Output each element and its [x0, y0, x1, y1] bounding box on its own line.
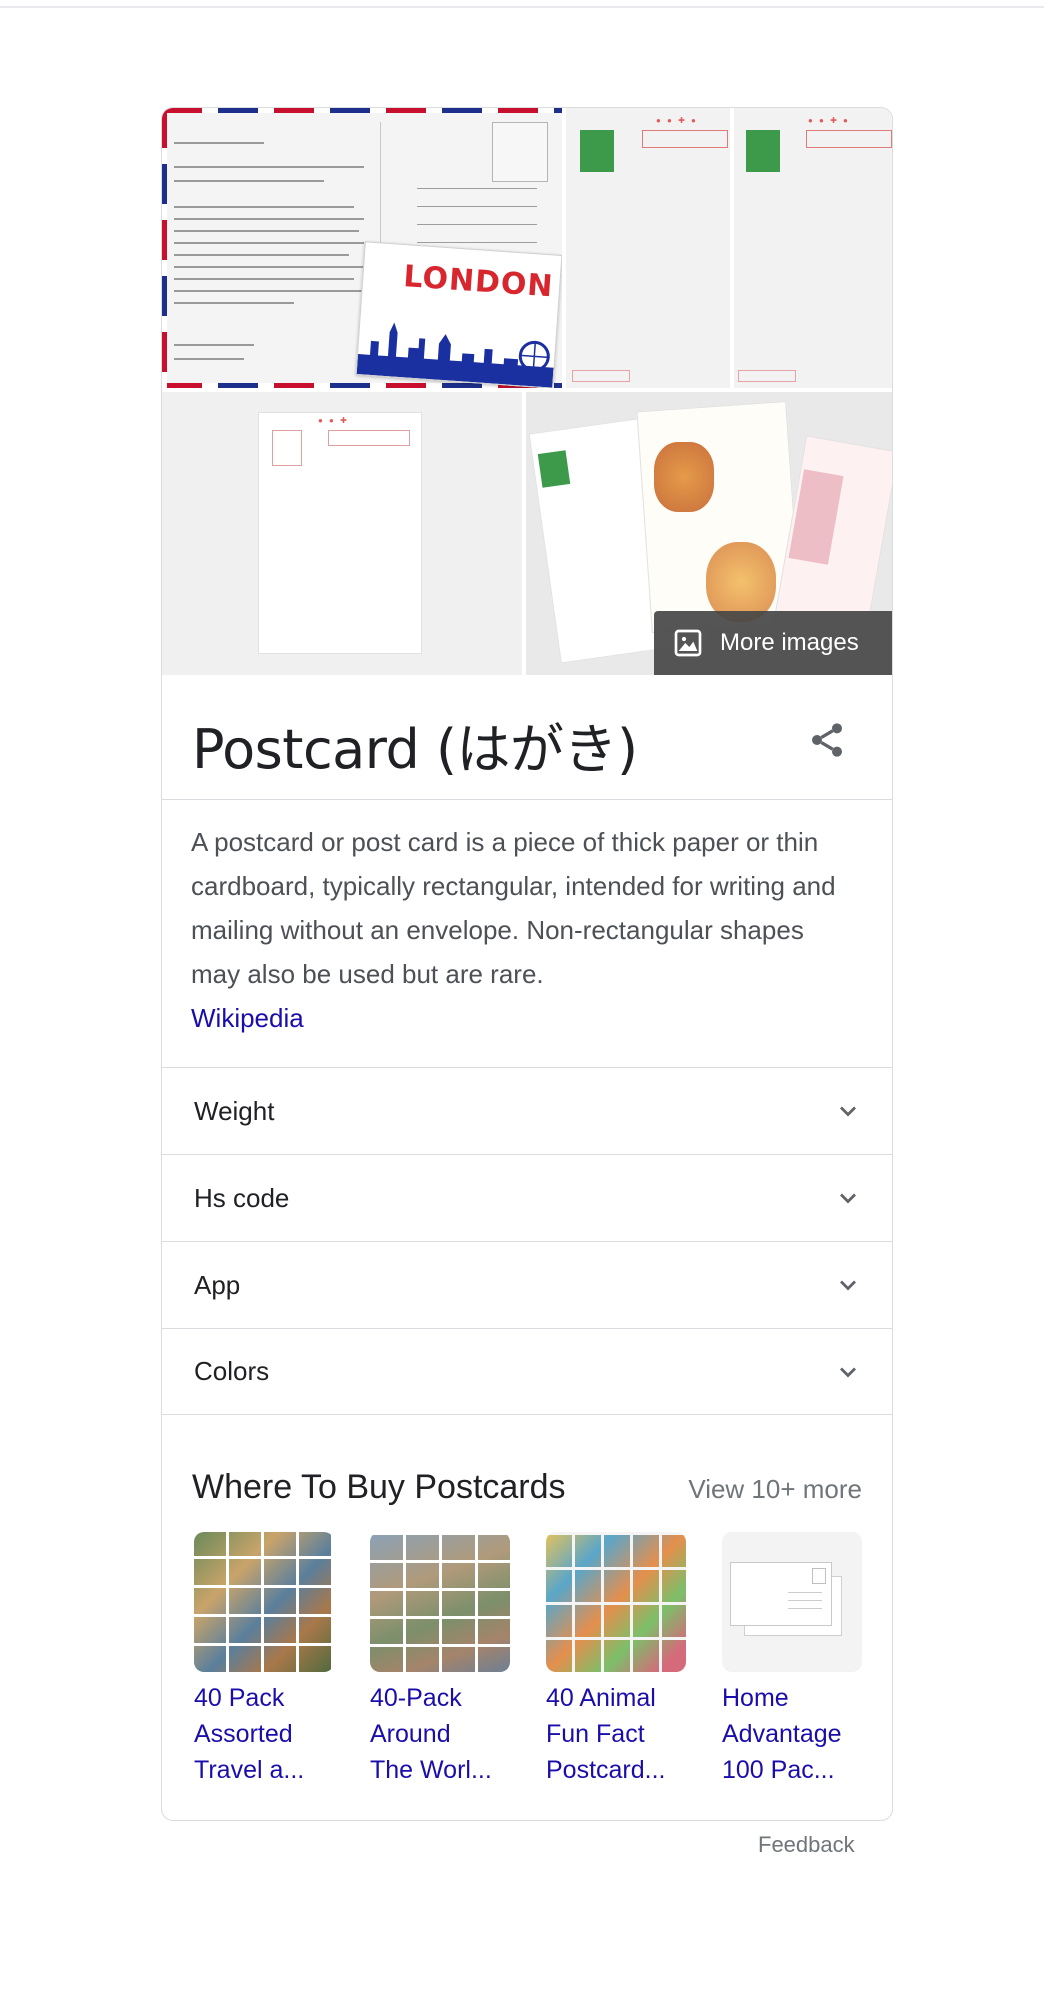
chevron-down-icon — [840, 1106, 856, 1117]
product-thumbnail — [194, 1532, 334, 1672]
chevron-down-icon — [840, 1280, 856, 1291]
london-card: LONDON — [355, 241, 562, 388]
product-card[interactable]: 40 Animal Fun Fact Postcard... — [546, 1532, 690, 1788]
image-icon — [674, 629, 702, 657]
attribute-label: App — [194, 1269, 241, 1300]
attribute-app[interactable]: App — [162, 1241, 892, 1328]
more-images-label: More images — [720, 629, 859, 656]
attribute-label: Weight — [194, 1095, 275, 1126]
chevron-down-icon — [840, 1367, 856, 1377]
top-divider — [0, 6, 1044, 8]
share-button[interactable] — [802, 715, 852, 765]
panel-title: Postcard (はがき) — [192, 718, 638, 781]
image-japanese-postcard-2[interactable]: ● ● ✚ ● — [734, 108, 892, 388]
product-title: 40 Animal Fun Fact Postcard... — [546, 1684, 666, 1784]
attribute-hs-code[interactable]: Hs code — [162, 1154, 892, 1241]
description: A postcard or post card is a piece of th… — [191, 820, 851, 1040]
share-icon — [812, 723, 842, 757]
product-card[interactable]: 40-Pack Around The Worl... — [370, 1532, 514, 1788]
where-to-buy-title: Where To Buy Postcards — [192, 1468, 566, 1506]
feedback-link[interactable]: Feedback — [758, 1832, 855, 1858]
description-text: A postcard or post card is a piece of th… — [191, 827, 836, 989]
attribute-label: Colors — [194, 1356, 270, 1386]
attribute-label: Hs code — [194, 1182, 290, 1213]
wikipedia-link[interactable]: Wikipedia — [191, 1003, 304, 1033]
product-title: Home Advantage 100 Pac... — [722, 1684, 842, 1784]
product-card[interactable]: 40 Pack Assorted Travel a... — [194, 1532, 338, 1788]
chevron-down-icon — [840, 1193, 856, 1204]
where-to-buy-header: Where To Buy Postcards View 10+ more — [192, 1468, 862, 1518]
title-row: Postcard (はがき) — [162, 675, 892, 800]
attribute-list: Weight Hs code App Colors — [162, 1067, 892, 1415]
product-card[interactable]: Home Advantage 100 Pac... — [722, 1532, 866, 1788]
view-more-link[interactable]: View 10+ more — [688, 1474, 862, 1505]
attribute-weight[interactable]: Weight — [162, 1067, 892, 1154]
attribute-colors[interactable]: Colors — [162, 1328, 892, 1415]
more-images-button[interactable]: More images — [654, 611, 892, 675]
product-title: 40-Pack Around The Worl... — [370, 1684, 492, 1784]
product-title: 40 Pack Assorted Travel a... — [194, 1684, 305, 1784]
product-thumbnail — [722, 1532, 862, 1672]
image-japanese-postcard-1[interactable]: ● ● ✚ ● — [566, 108, 730, 388]
product-thumbnail — [370, 1532, 510, 1672]
london-word: LONDON — [402, 259, 555, 305]
image-blank-postcard[interactable]: ● ● ✚ — [162, 392, 522, 675]
london-skyline-icon — [356, 322, 554, 388]
stamp-placeholder — [492, 122, 548, 182]
image-london-postcard[interactable]: LONDON — [162, 108, 562, 388]
product-thumbnail — [546, 1532, 686, 1672]
image-grid: LONDON ● ● ✚ ● ● ● ✚ ● ● ● ✚ More images — [162, 108, 892, 675]
